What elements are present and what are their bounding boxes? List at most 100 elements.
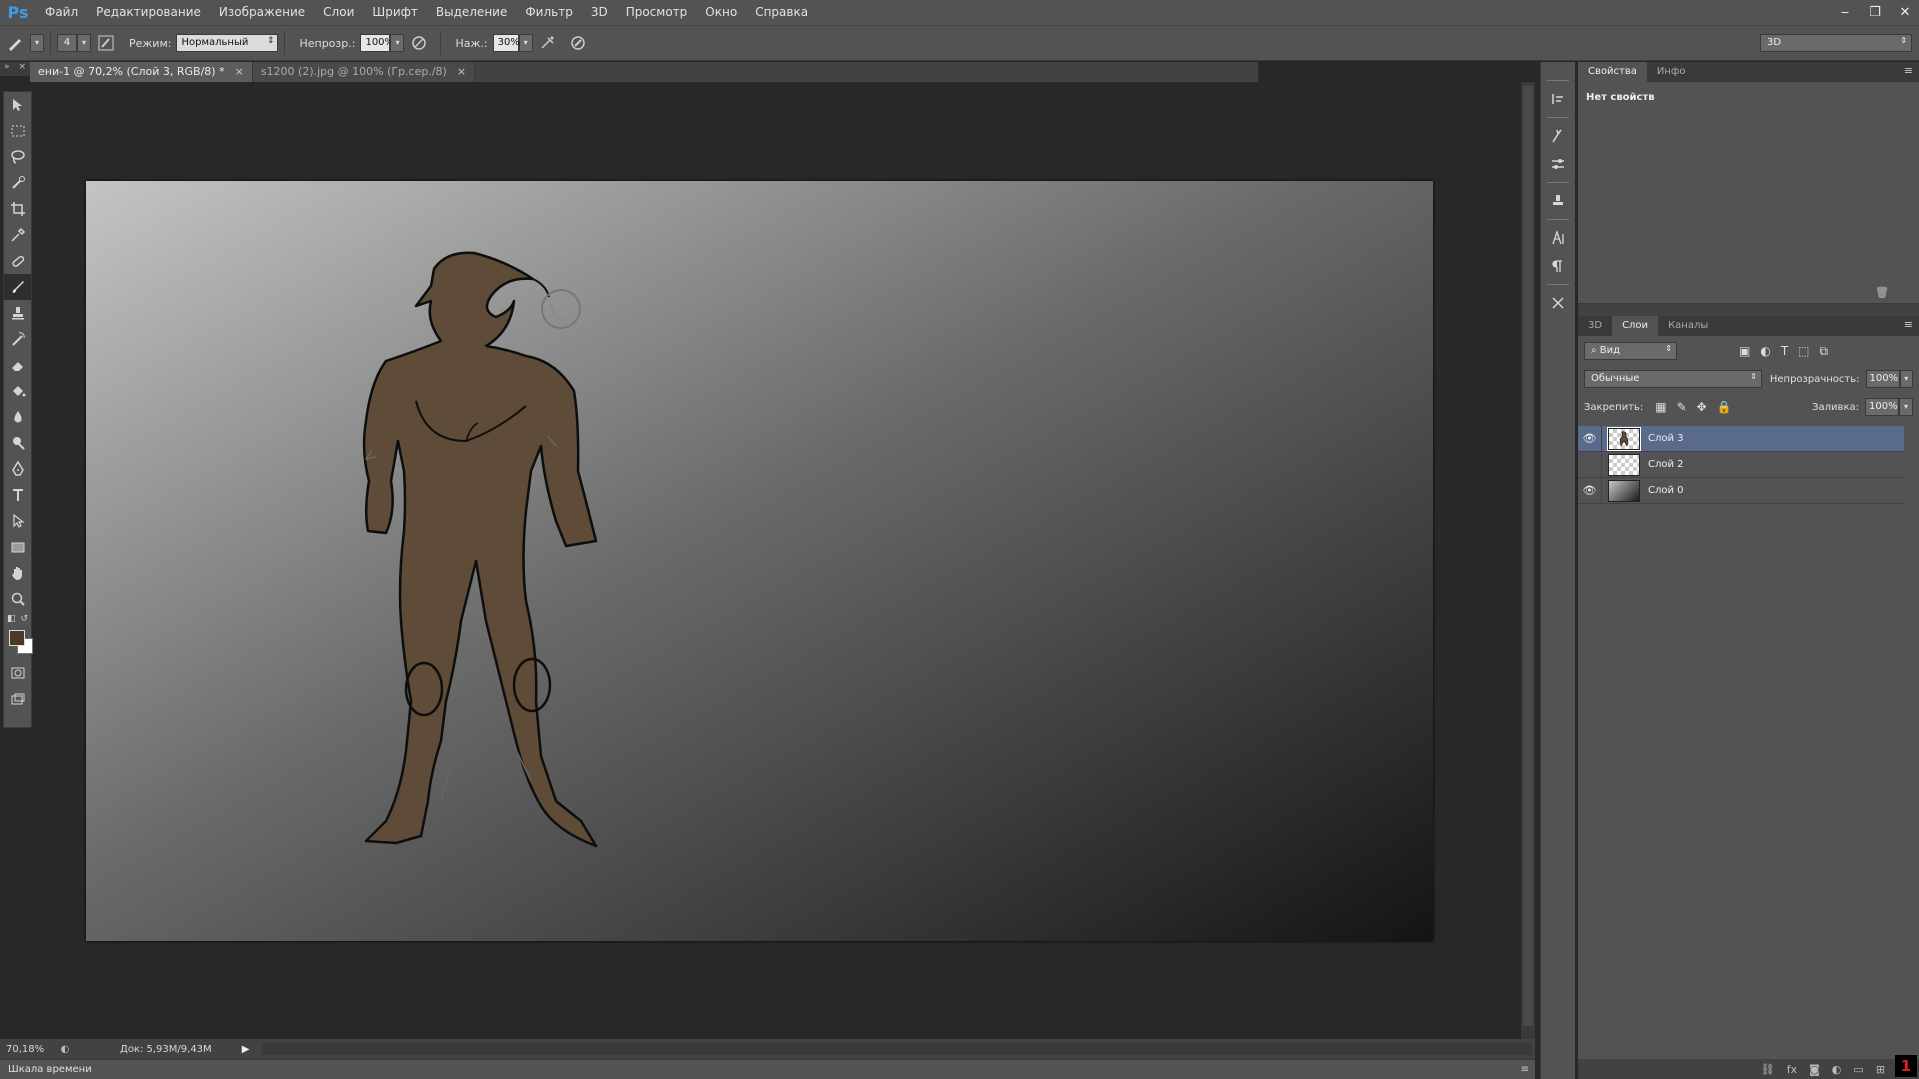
menu-image[interactable]: Изображение — [210, 0, 314, 25]
foreground-color-swatch[interactable] — [9, 630, 25, 646]
close-icon[interactable]: × — [457, 62, 466, 82]
pen-tool-icon[interactable] — [4, 456, 31, 482]
menu-3d[interactable]: 3D — [582, 0, 617, 25]
airbrush-icon[interactable] — [537, 32, 559, 54]
layer-name[interactable]: Слой 0 — [1648, 485, 1684, 496]
filter-smart-object-icon[interactable]: ⧉ — [1820, 344, 1829, 359]
tab-document-2[interactable]: s1200 (2).jpg @ 100% (Гр.сер./8) × — [252, 62, 476, 82]
opacity-dropdown[interactable]: ▾ — [390, 34, 405, 52]
layer-name[interactable]: Слой 3 — [1648, 433, 1684, 444]
status-icon[interactable]: ◐ — [58, 1042, 72, 1056]
minimize-button[interactable]: ‒ — [1837, 5, 1853, 20]
brush-tool-icon[interactable] — [4, 274, 31, 300]
dodge-tool-icon[interactable] — [4, 430, 31, 456]
new-group-icon[interactable]: ▭ — [1853, 1063, 1863, 1076]
new-adjustment-icon[interactable]: ◐ — [1832, 1063, 1842, 1076]
layer-row-sloi-3[interactable]: 👁 Слой 3 — [1578, 425, 1904, 452]
brush-presets-icon[interactable] — [1541, 122, 1574, 150]
paint-bucket-tool-icon[interactable] — [4, 378, 31, 404]
lock-pixels-icon[interactable]: ✎ — [1677, 400, 1687, 414]
fill-field[interactable]: 100% — [1865, 398, 1899, 416]
zoom-level[interactable]: 70,18% — [0, 1044, 50, 1055]
horizontal-scrollbar[interactable] — [262, 1043, 1532, 1055]
eyedropper-tool-icon[interactable] — [4, 222, 31, 248]
tab-info[interactable]: Инфо — [1647, 62, 1696, 82]
adjustments-icon[interactable] — [1541, 150, 1574, 178]
clone-stamp-tool-icon[interactable] — [4, 300, 31, 326]
brush-picker-dropdown[interactable]: ▾ — [77, 34, 91, 52]
menu-edit[interactable]: Редактирование — [87, 0, 210, 25]
paragraph-panel-icon[interactable] — [1541, 252, 1574, 280]
move-tool-icon[interactable] — [4, 92, 31, 118]
scrollbar-thumb[interactable] — [1523, 86, 1533, 1026]
close-icon[interactable]: × — [18, 62, 26, 76]
clone-source-icon[interactable] — [1541, 187, 1574, 215]
new-layer-icon[interactable]: ⊞ — [1876, 1063, 1885, 1076]
eraser-tool-icon[interactable] — [4, 352, 31, 378]
type-tool-icon[interactable] — [4, 482, 31, 508]
screen-mode-icon[interactable] — [4, 686, 31, 712]
layer-row-sloi-2[interactable]: 👁 Слой 2 — [1578, 451, 1904, 478]
lock-position-icon[interactable]: ✥ — [1697, 400, 1707, 414]
filter-shape-icon[interactable]: ⬚ — [1798, 344, 1809, 359]
brush-tool-preset-icon[interactable] — [4, 32, 26, 54]
healing-brush-tool-icon[interactable] — [4, 248, 31, 274]
character-panel-icon[interactable] — [1541, 224, 1574, 252]
blur-tool-icon[interactable] — [4, 404, 31, 430]
visibility-toggle[interactable]: 👁 — [1578, 451, 1602, 478]
trash-icon[interactable]: 🗑 — [1875, 286, 1889, 299]
panel-menu-icon[interactable]: ≡ — [1904, 64, 1913, 77]
layer-row-sloi-0[interactable]: 👁 Слой 0 — [1578, 477, 1904, 504]
menu-type[interactable]: Шрифт — [363, 0, 427, 25]
menu-select[interactable]: Выделение — [427, 0, 516, 25]
lock-transparency-icon[interactable]: ▦ — [1655, 400, 1666, 414]
opacity-field[interactable]: 100% — [360, 34, 394, 52]
lock-all-icon[interactable]: 🔒 — [1717, 400, 1732, 414]
rectangle-tool-icon[interactable] — [4, 534, 31, 560]
status-menu-arrow-icon[interactable]: ▶ — [242, 1044, 250, 1055]
zoom-tool-icon[interactable] — [4, 586, 31, 612]
visibility-toggle[interactable]: 👁 — [1578, 425, 1602, 452]
layer-name[interactable]: Слой 2 — [1648, 459, 1684, 470]
brush-size-field[interactable]: 4 — [57, 34, 77, 52]
history-panel-icon[interactable] — [1541, 85, 1574, 113]
document-canvas[interactable] — [86, 181, 1433, 941]
blend-mode-select[interactable]: Обычные ⇕ — [1584, 370, 1762, 388]
restore-button[interactable]: ❐ — [1867, 5, 1883, 20]
pressure-size-icon[interactable] — [567, 32, 589, 54]
flow-dropdown[interactable]: ▾ — [518, 34, 533, 52]
crop-tool-icon[interactable] — [4, 196, 31, 222]
pressure-opacity-icon[interactable] — [408, 32, 430, 54]
vertical-scrollbar[interactable] — [1521, 82, 1535, 1039]
filter-pixel-icon[interactable]: ▣ — [1739, 344, 1750, 359]
marquee-tool-icon[interactable] — [4, 118, 31, 144]
add-mask-icon[interactable]: ◙ — [1809, 1063, 1820, 1076]
tab-layers[interactable]: Слои — [1612, 316, 1659, 336]
menu-filter[interactable]: Фильтр — [516, 0, 581, 25]
layer-kind-select[interactable]: ⌕ Вид ⇕ — [1584, 342, 1677, 360]
hand-tool-icon[interactable] — [4, 560, 31, 586]
quick-mask-icon[interactable] — [4, 660, 31, 686]
filter-type-icon[interactable]: T — [1781, 344, 1788, 359]
workspace-select[interactable]: 3D ⇕ — [1760, 34, 1912, 52]
path-selection-tool-icon[interactable] — [4, 508, 31, 534]
layer-opacity-field[interactable]: 100% — [1865, 370, 1900, 388]
close-button[interactable]: ✕ — [1897, 5, 1913, 20]
layer-opacity-dropdown[interactable]: ▾ — [1899, 370, 1913, 388]
menu-layers[interactable]: Слои — [314, 0, 363, 25]
history-brush-tool-icon[interactable] — [4, 326, 31, 352]
menu-file[interactable]: Файл — [36, 0, 87, 25]
mode-select[interactable]: Нормальный ⇕ — [176, 34, 279, 52]
layer-style-icon[interactable]: fx — [1787, 1063, 1797, 1076]
filter-adjustment-icon[interactable]: ◐ — [1760, 344, 1770, 359]
menu-help[interactable]: Справка — [746, 0, 817, 25]
visibility-toggle[interactable]: 👁 — [1578, 477, 1602, 504]
tab-channels[interactable]: Каналы — [1658, 316, 1718, 336]
panel-menu-icon[interactable]: ≡ — [1521, 1060, 1529, 1079]
lasso-tool-icon[interactable] — [4, 144, 31, 170]
quick-selection-tool-icon[interactable] — [4, 170, 31, 196]
close-icon[interactable]: × — [235, 62, 244, 82]
link-layers-icon[interactable]: ⛓ — [1761, 1063, 1775, 1076]
tool-presets-icon[interactable] — [1541, 289, 1574, 317]
toolbar-header[interactable]: » × — [0, 62, 30, 76]
